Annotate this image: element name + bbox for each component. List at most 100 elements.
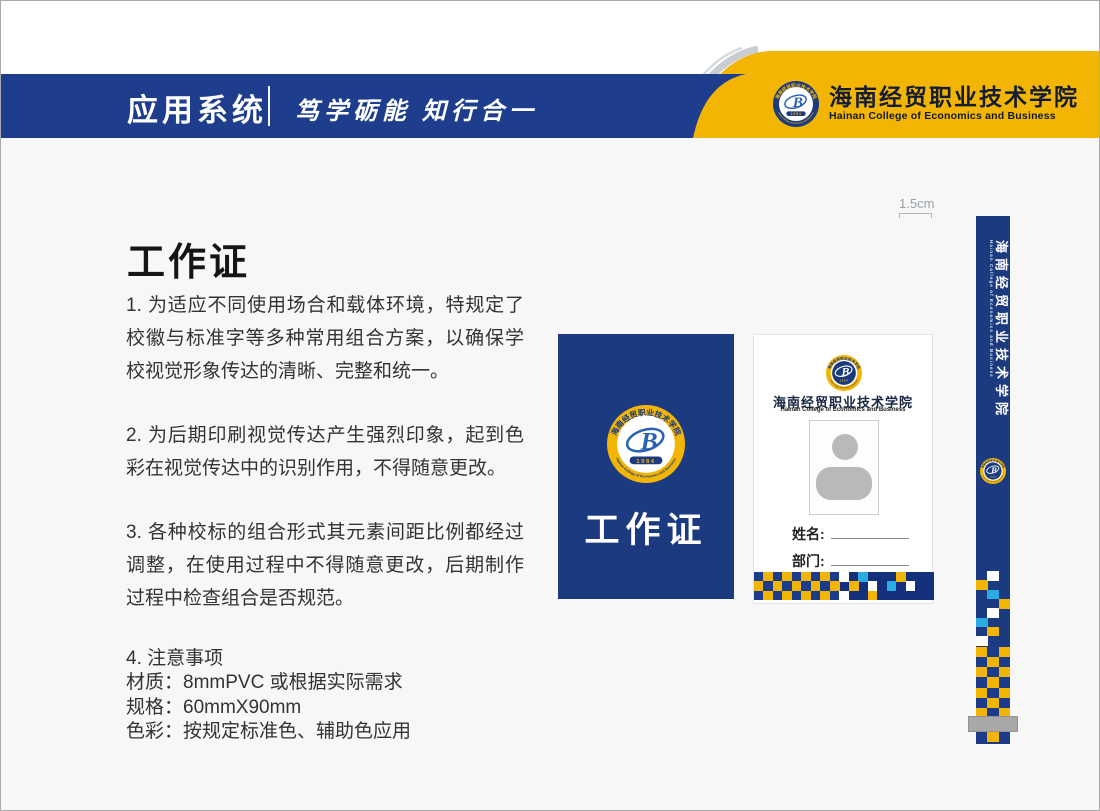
body-copy: 1. 为适应不同使用场合和载体环境，特规定了校徽与标准字等多种常用组合方案，以确… — [126, 289, 524, 745]
pattern-cell — [987, 627, 999, 637]
pattern-cell — [820, 591, 830, 600]
pattern-cell — [830, 591, 840, 600]
width-measure-bracket — [899, 213, 932, 218]
photo-placeholder — [809, 420, 879, 515]
dept-blank-line — [831, 554, 909, 566]
page-title: 应用系统 — [127, 85, 267, 130]
pattern-cell — [999, 732, 1010, 742]
pattern-cell — [976, 636, 988, 646]
pattern-cell — [868, 591, 878, 600]
pattern-cell — [987, 667, 999, 678]
pattern-cell — [976, 580, 988, 590]
pattern-cell — [987, 657, 999, 668]
pattern-cell — [858, 572, 868, 582]
pattern-cell — [792, 572, 802, 582]
pattern-cell — [773, 572, 783, 582]
pattern-cell — [906, 581, 916, 591]
pattern-cell — [811, 581, 821, 591]
pattern-cell — [792, 581, 802, 591]
notes-list: 材质：8mmPVC 或根据实际需求规格：60mmX90mm色彩：按规定标准色、辅… — [126, 671, 524, 745]
pattern-cell — [763, 581, 773, 591]
strap-college-name-cn: 海南经贸职业技术学院 — [994, 240, 1009, 472]
college-logo-icon — [826, 355, 862, 391]
person-silhouette-body — [816, 467, 872, 500]
pattern-cell — [763, 591, 773, 600]
pattern-cell — [999, 667, 1010, 678]
list-item: 1. 为适应不同使用场合和载体环境，特规定了校徽与标准字等多种常用组合方案，以确… — [126, 289, 524, 388]
list-item: 3. 各种校标的组合形式其元素间距比例都经过调整，在使用过程中不得随意更改，后期… — [126, 516, 524, 615]
lanyard-strap: 海南经贸职业技术学院 Hainan College of Economics a… — [976, 216, 1010, 744]
pattern-cell — [976, 618, 988, 628]
pattern-cell — [830, 572, 840, 582]
header-divider — [268, 86, 270, 126]
pattern-cell — [839, 591, 849, 600]
pattern-cell — [773, 591, 783, 600]
paragraphs: 1. 为适应不同使用场合和载体环境，特规定了校徽与标准字等多种常用组合方案，以确… — [126, 289, 524, 615]
pattern-cell — [773, 581, 783, 591]
pattern-cell — [999, 657, 1010, 668]
pattern-cell — [887, 581, 897, 591]
pattern-cell — [976, 688, 988, 699]
pattern-cell — [987, 698, 999, 709]
pattern-cell — [987, 688, 999, 699]
college-logo-icon — [980, 458, 1006, 484]
pattern-cell — [999, 599, 1010, 609]
notes-title: 4. 注意事项 — [126, 646, 524, 671]
pattern-cell — [976, 647, 988, 658]
pattern-cell — [820, 581, 830, 591]
pattern-cell — [763, 572, 773, 582]
pattern-cell — [868, 581, 878, 591]
pattern-cell — [782, 591, 792, 600]
brand-names: 海南经贸职业技术学院 Hainan College of Economics a… — [829, 86, 1079, 122]
pattern-cell — [820, 572, 830, 582]
strap-scatter-pattern — [976, 571, 1010, 646]
list-item: 规格：60mmX90mm — [126, 696, 524, 721]
pattern-cell — [811, 572, 821, 582]
strap-checker-pattern — [976, 647, 1010, 718]
pattern-cell — [830, 581, 840, 591]
pattern-cell — [801, 572, 811, 582]
pattern-cell — [754, 591, 764, 600]
pattern-cell — [754, 581, 764, 591]
pattern-cell — [782, 572, 792, 582]
strap-college-name-en: Hainan College of Economics and Business — [988, 240, 994, 472]
pattern-cell — [811, 591, 821, 600]
pattern-cell — [999, 698, 1010, 709]
pattern-cell — [801, 591, 811, 600]
pattern-cell — [987, 732, 999, 742]
dept-label: 部门: — [792, 553, 825, 569]
pattern-cell — [754, 572, 764, 582]
pattern-cell — [976, 667, 988, 678]
college-name-en: Hainan College of Economics and Business — [754, 407, 932, 413]
pattern-cell — [987, 608, 999, 618]
college-name-cn: 海南经贸职业技术学院 — [829, 86, 1079, 110]
dept-field-row: 部门: — [792, 551, 909, 569]
school-motto: 笃学砺能 知行合一 — [295, 91, 538, 126]
pattern-cell — [999, 677, 1010, 688]
college-logo-icon — [607, 405, 685, 483]
name-label: 姓名: — [792, 526, 825, 542]
pattern-cell — [896, 572, 906, 582]
lanyard-clasp — [968, 716, 1018, 732]
strap-text: 海南经贸职业技术学院 Hainan College of Economics a… — [988, 240, 1009, 472]
pattern-cell — [839, 572, 849, 582]
pattern-cell — [801, 581, 811, 591]
pattern-cell — [976, 657, 988, 668]
pattern-cell — [976, 698, 988, 709]
pattern-cell — [987, 677, 999, 688]
pattern-cell — [999, 647, 1010, 658]
badge-back-label: 工作证 — [558, 502, 734, 553]
badge-front-card: 海南经贸职业技术学院 Hainan College of Economics a… — [753, 334, 933, 604]
pattern-cell — [976, 732, 988, 742]
width-measure-label: 1.5cm — [899, 196, 934, 211]
badge-back-card: 工作证 — [558, 334, 734, 599]
pattern-cell — [987, 571, 999, 581]
list-item: 材质：8mmPVC 或根据实际需求 — [126, 671, 524, 696]
pattern-cell — [987, 590, 999, 600]
pattern-cell — [849, 581, 859, 591]
header-brand: 海南经贸职业技术学院 Hainan College of Economics a… — [773, 81, 1079, 127]
college-name-en: Hainan College of Economics and Business — [829, 110, 1079, 122]
pattern-cell — [987, 647, 999, 658]
college-logo-icon — [773, 81, 819, 127]
name-field-row: 姓名: — [792, 524, 909, 542]
